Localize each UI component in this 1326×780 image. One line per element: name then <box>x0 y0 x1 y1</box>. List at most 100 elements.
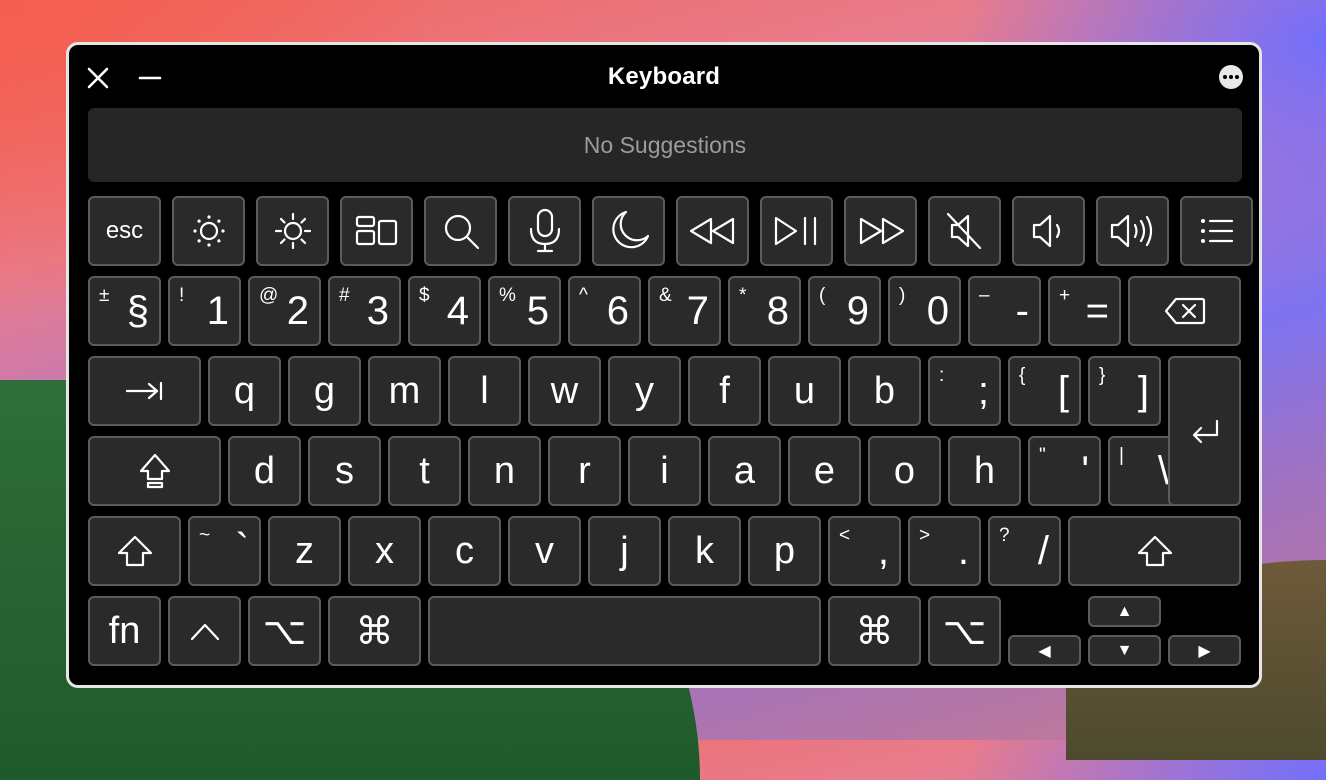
key-[[interactable]: {[ <box>1008 356 1081 426</box>
fast-forward-icon <box>846 198 915 264</box>
key-label: s <box>335 449 354 492</box>
return-icon <box>1170 358 1239 504</box>
key-3[interactable]: #3 <box>328 276 401 346</box>
function-key-brightness-up[interactable] <box>256 196 329 266</box>
key--[interactable]: – - <box>968 276 1041 346</box>
left-shift-key[interactable] <box>88 516 181 586</box>
key-g[interactable]: g <box>288 356 361 426</box>
key-u[interactable]: u <box>768 356 841 426</box>
function-key-mission-control[interactable] <box>340 196 413 266</box>
fn-key[interactable]: fn <box>88 596 161 666</box>
key-w[interactable]: w <box>528 356 601 426</box>
key-f[interactable]: f <box>688 356 761 426</box>
volume-down-icon <box>1014 198 1083 264</box>
caps-lock-key[interactable] <box>88 436 221 506</box>
key-shift-label: ± <box>99 285 110 306</box>
key-2[interactable]: @2 <box>248 276 321 346</box>
function-key-moon[interactable] <box>592 196 665 266</box>
key-8[interactable]: * 8 <box>728 276 801 346</box>
suggestions-bar: No Suggestions <box>88 108 1242 182</box>
option-key[interactable]: ⌥ <box>248 596 321 666</box>
key-r[interactable]: r <box>548 436 621 506</box>
key-c[interactable]: c <box>428 516 501 586</box>
key-o[interactable]: o <box>868 436 941 506</box>
key-main-label: § <box>126 289 149 333</box>
arrow-left-icon: ◀ <box>1038 642 1051 660</box>
key-s[interactable]: s <box>308 436 381 506</box>
arrow-left-key[interactable]: ◀ <box>1008 635 1081 666</box>
function-key-volume-up[interactable] <box>1096 196 1169 266</box>
volume-up-icon <box>1098 198 1167 264</box>
key-x[interactable]: x <box>348 516 421 586</box>
more-dot <box>1229 75 1233 79</box>
function-key-list[interactable] <box>1180 196 1253 266</box>
option-label: ⌥ <box>262 610 307 653</box>
function-key-microphone[interactable] <box>508 196 581 266</box>
key-k[interactable]: k <box>668 516 741 586</box>
function-key-rewind[interactable] <box>676 196 749 266</box>
arrow-down-icon: ▼ <box>1116 641 1133 659</box>
key-backtick[interactable]: ~ ` <box>188 516 261 586</box>
key-t[interactable]: t <box>388 436 461 506</box>
key-shift-label: } <box>1099 365 1106 386</box>
key-a[interactable]: a <box>708 436 781 506</box>
control-key[interactable] <box>168 596 241 666</box>
key-,[interactable]: <, <box>828 516 901 586</box>
function-key-fast-forward[interactable] <box>844 196 917 266</box>
key-9[interactable]: (9 <box>808 276 881 346</box>
space-bar[interactable] <box>428 596 821 666</box>
key-n[interactable]: n <box>468 436 541 506</box>
key-=[interactable]: + = <box>1048 276 1121 346</box>
key-.[interactable]: >. <box>908 516 981 586</box>
key-label: y <box>635 369 654 412</box>
function-key-esc[interactable]: esc <box>88 196 161 266</box>
key-/[interactable]: ? / <box>988 516 1061 586</box>
delete-key[interactable] <box>1128 276 1241 346</box>
right-option-key[interactable]: ⌥ <box>928 596 1001 666</box>
right-shift-key[interactable] <box>1068 516 1241 586</box>
key-i[interactable]: i <box>628 436 701 506</box>
key-z[interactable]: z <box>268 516 341 586</box>
function-key-brightness-down[interactable] <box>172 196 245 266</box>
key-l[interactable]: l <box>448 356 521 426</box>
key-4[interactable]: $4 <box>408 276 481 346</box>
key-q[interactable]: q <box>208 356 281 426</box>
key-v[interactable]: v <box>508 516 581 586</box>
key-d[interactable]: d <box>228 436 301 506</box>
key-7[interactable]: & 7 <box>648 276 721 346</box>
brightness-down-icon <box>174 198 243 264</box>
more-options-button[interactable] <box>1219 65 1243 89</box>
key-6[interactable]: ^ 6 <box>568 276 641 346</box>
key-m[interactable]: m <box>368 356 441 426</box>
key-5[interactable]: % 5 <box>488 276 561 346</box>
key-;[interactable]: :; <box>928 356 1001 426</box>
function-key-play-pause[interactable] <box>760 196 833 266</box>
key-label: h <box>973 449 996 492</box>
arrow-up-icon: ▲ <box>1116 602 1133 620</box>
tab-key[interactable] <box>88 356 201 426</box>
key-'[interactable]: " ' <box>1028 436 1101 506</box>
control-icon <box>170 598 239 664</box>
key-1[interactable]: ! 1 <box>168 276 241 346</box>
key-shift-label: % <box>499 285 516 306</box>
right-command-key[interactable]: ⌘ <box>828 596 921 666</box>
key-b[interactable]: b <box>848 356 921 426</box>
mission-control-icon <box>342 198 411 264</box>
key-j[interactable]: j <box>588 516 661 586</box>
key-0[interactable]: ) 0 <box>888 276 961 346</box>
arrow-down-key[interactable]: ▼ <box>1088 635 1161 666</box>
key-h[interactable]: h <box>948 436 1021 506</box>
return-key[interactable] <box>1168 356 1241 506</box>
key-§[interactable]: ± § <box>88 276 161 346</box>
key-p[interactable]: p <box>748 516 821 586</box>
key-label: j <box>620 529 629 572</box>
function-key-mute[interactable] <box>928 196 1001 266</box>
arrow-right-key[interactable]: ▶ <box>1168 635 1241 666</box>
key-e[interactable]: e <box>788 436 861 506</box>
arrow-up-key[interactable]: ▲ <box>1088 596 1161 627</box>
function-key-volume-down[interactable] <box>1012 196 1085 266</box>
key-y[interactable]: y <box>608 356 681 426</box>
function-key-search[interactable] <box>424 196 497 266</box>
command-key[interactable]: ⌘ <box>328 596 421 666</box>
key-][interactable]: }] <box>1088 356 1161 426</box>
